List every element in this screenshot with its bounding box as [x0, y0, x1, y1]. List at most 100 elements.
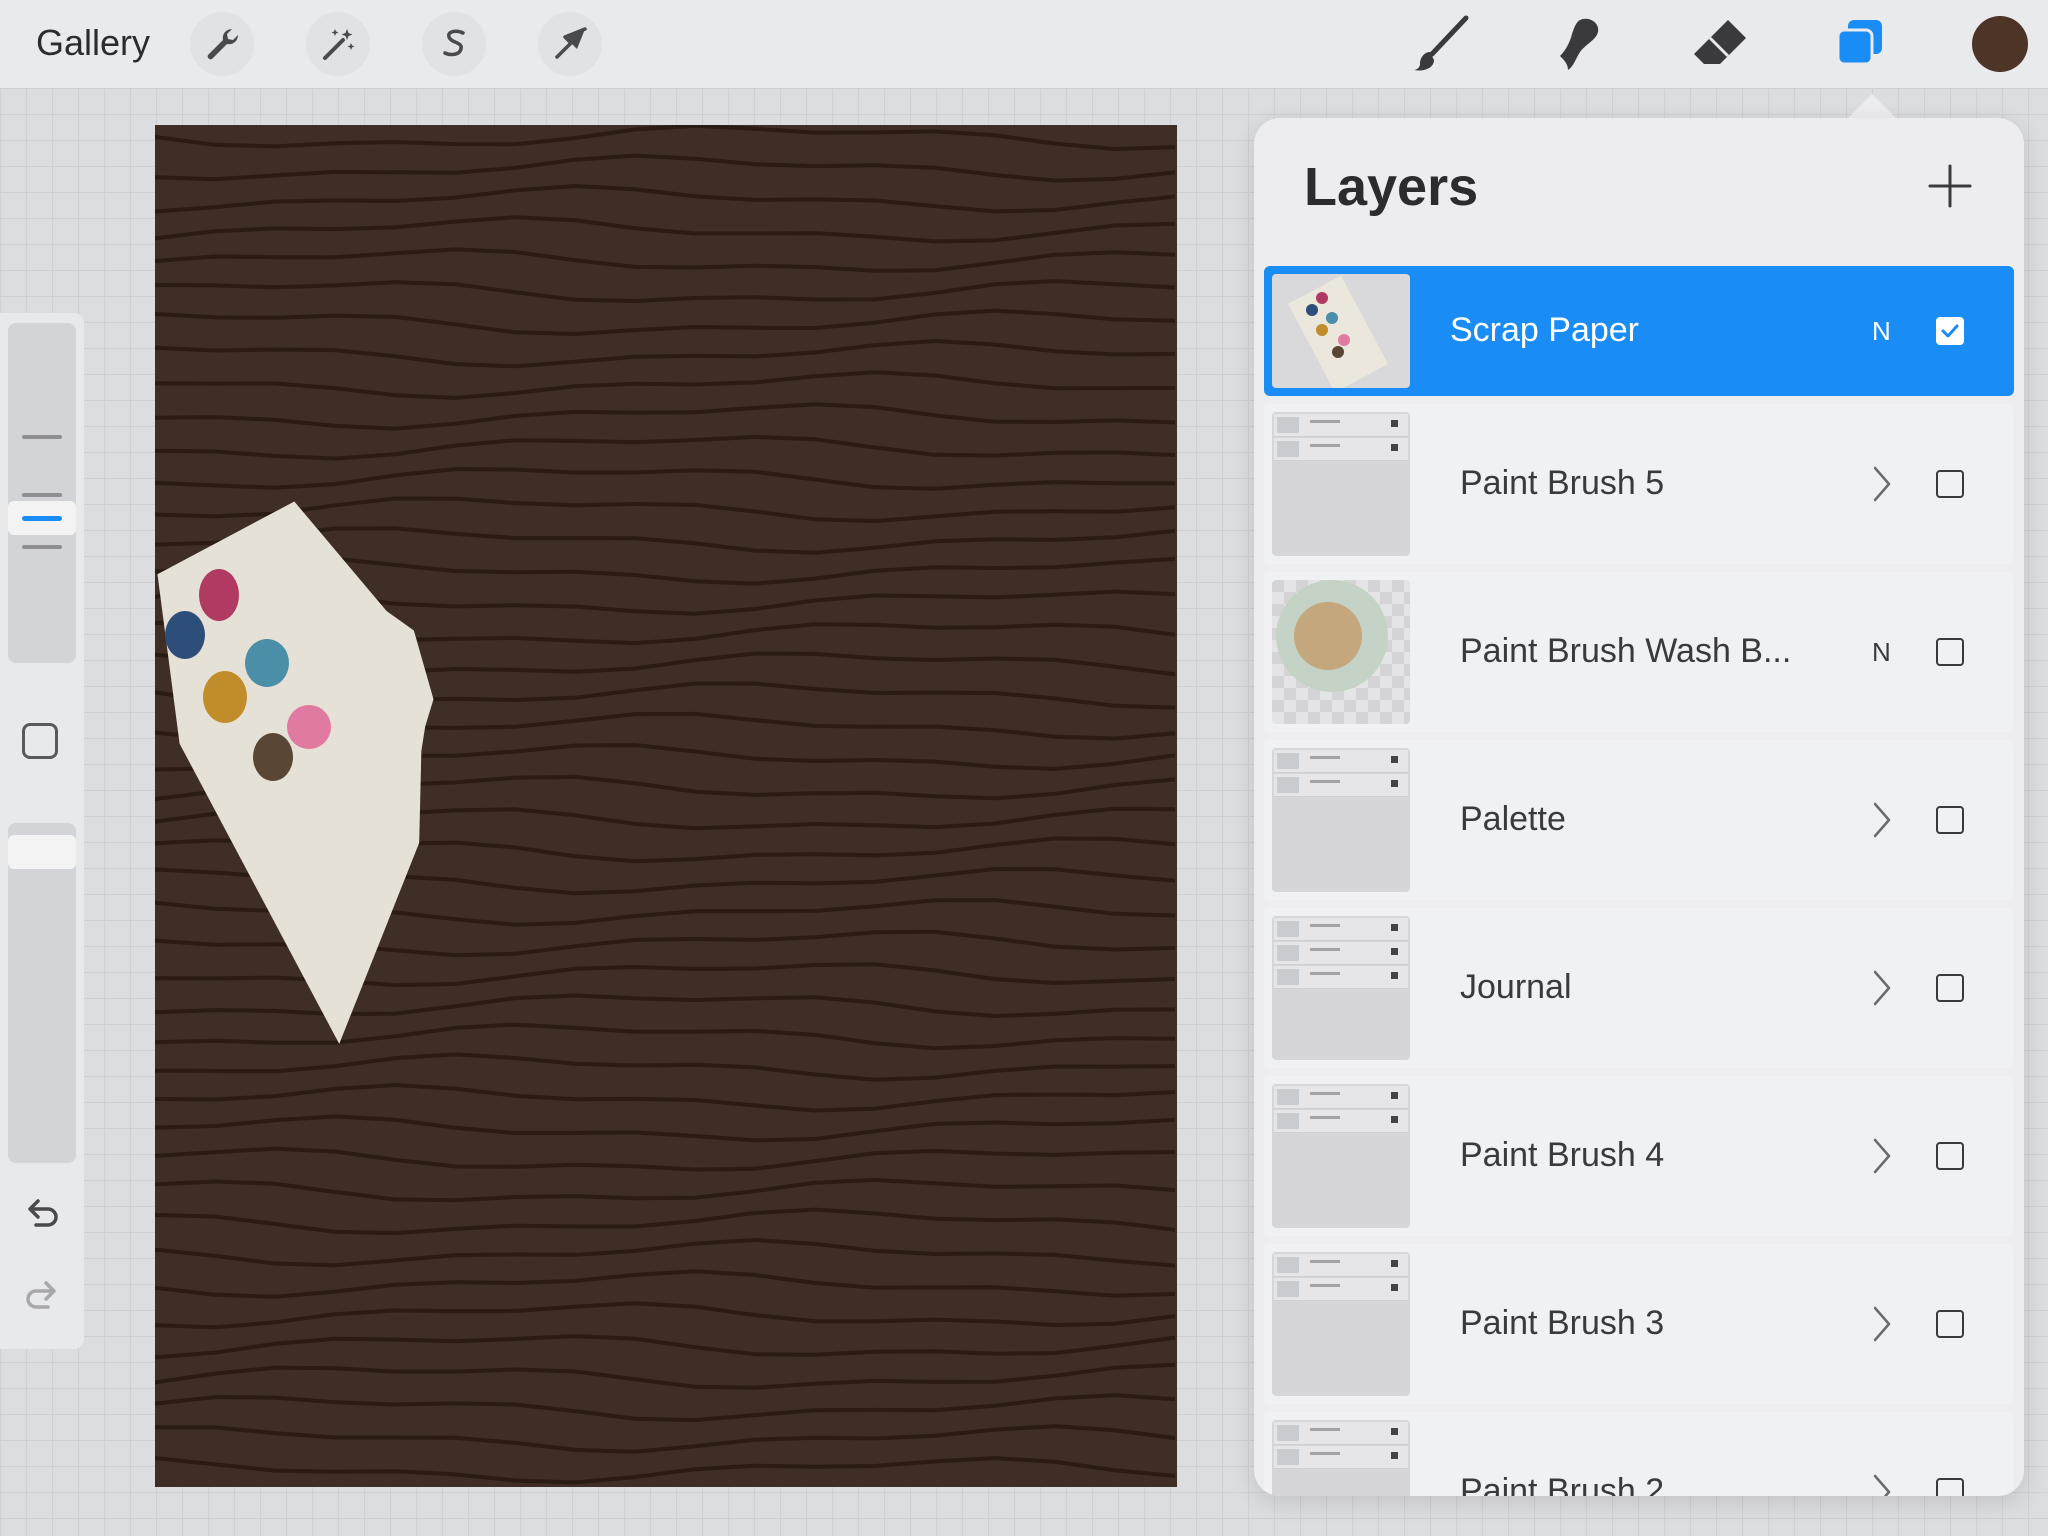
brush-opacity-slider[interactable]: [8, 823, 76, 1163]
undo-icon[interactable]: [22, 1193, 62, 1233]
visibility-checkbox[interactable]: [1936, 1478, 1964, 1496]
selection-s-icon[interactable]: [422, 12, 486, 76]
layers-icon[interactable]: [1826, 10, 1894, 78]
mini-layer-row: [1274, 414, 1408, 437]
layer-thumbnail: [1272, 1084, 1410, 1228]
mini-layer-label: [1310, 1452, 1340, 1455]
gallery-button[interactable]: Gallery: [36, 22, 150, 64]
slider-thumb-indicator: [22, 516, 62, 521]
layer-row[interactable]: Paint Brush 5: [1264, 404, 2014, 564]
mini-layer-row: [1274, 942, 1408, 965]
slider-thumb[interactable]: [8, 835, 76, 869]
layer-thumbnail: [1272, 1252, 1410, 1396]
mini-layer-checkbox: [1391, 1092, 1398, 1099]
mini-layer-row: [1274, 1110, 1408, 1133]
paint-brush-icon[interactable]: [1406, 10, 1474, 78]
slider-thumb[interactable]: [8, 501, 76, 535]
current-color-button[interactable]: [1972, 16, 2028, 72]
layer-name[interactable]: Paint Brush 4: [1460, 1136, 1664, 1175]
visibility-checkbox[interactable]: [1936, 806, 1964, 834]
smudge-icon[interactable]: [1546, 10, 1614, 78]
mini-layer-checkbox: [1391, 948, 1398, 955]
mini-layer-checkbox: [1391, 1260, 1398, 1267]
mini-layer-icon: [1277, 969, 1299, 985]
layer-row[interactable]: Palette: [1264, 740, 2014, 900]
slider-tick: [22, 545, 62, 549]
layer-name[interactable]: Journal: [1460, 968, 1572, 1007]
mini-layer-icon: [1277, 1257, 1299, 1273]
actions-wrench-icon[interactable]: [190, 12, 254, 76]
top-toolbar: Gallery: [0, 0, 2048, 88]
mini-layer-row: [1274, 1086, 1408, 1109]
visibility-checkbox[interactable]: [1936, 1142, 1964, 1170]
mini-layer-label: [1310, 756, 1340, 759]
mini-layer-row: [1274, 1278, 1408, 1301]
eraser-icon[interactable]: [1686, 10, 1754, 78]
mini-layer-row: [1274, 918, 1408, 941]
layer-thumbnail: [1272, 1420, 1410, 1496]
mini-layer-checkbox: [1391, 1284, 1398, 1291]
visibility-checkbox[interactable]: [1936, 974, 1964, 1002]
mini-layer-row: [1274, 1446, 1408, 1469]
layer-name[interactable]: Scrap Paper: [1450, 311, 1639, 350]
layer-row[interactable]: Paint Brush 2: [1264, 1412, 2014, 1496]
layer-thumbnail: [1272, 748, 1410, 892]
layer-row[interactable]: Paint Brush Wash B... N: [1264, 572, 2014, 732]
layer-row[interactable]: Scrap Paper N: [1264, 266, 2014, 396]
slider-tick: [22, 493, 62, 497]
visibility-checkbox[interactable]: [1936, 1310, 1964, 1338]
mini-layer-label: [1310, 972, 1340, 975]
layer-name[interactable]: Paint Brush 2: [1460, 1472, 1664, 1496]
blend-mode-button[interactable]: N: [1872, 316, 1891, 347]
scrap-paper-artwork: [157, 501, 434, 1044]
blend-mode-button[interactable]: N: [1872, 637, 1891, 668]
layer-row[interactable]: Journal: [1264, 908, 2014, 1068]
mini-layer-icon: [1277, 1281, 1299, 1297]
mini-layer-label: [1310, 1428, 1340, 1431]
visibility-checkbox[interactable]: [1936, 470, 1964, 498]
layer-row[interactable]: Paint Brush 4: [1264, 1076, 2014, 1236]
chevron-right-icon[interactable]: [1870, 1304, 1894, 1344]
transform-arrow-icon[interactable]: [538, 12, 602, 76]
mini-layer-checkbox: [1391, 444, 1398, 451]
modify-square-button[interactable]: [22, 723, 58, 759]
mini-layer-row: [1274, 966, 1408, 989]
mini-layer-checkbox: [1391, 780, 1398, 787]
brush-size-slider[interactable]: [8, 323, 76, 663]
layer-row[interactable]: Paint Brush 3: [1264, 1244, 2014, 1404]
layer-name[interactable]: Paint Brush 5: [1460, 464, 1664, 503]
layer-thumbnail: [1272, 274, 1410, 388]
layer-thumbnail: [1272, 412, 1410, 556]
mini-layer-label: [1310, 1092, 1340, 1095]
mini-layer-checkbox: [1391, 1428, 1398, 1435]
mini-layer-checkbox: [1391, 420, 1398, 427]
plus-icon[interactable]: [1924, 160, 1976, 212]
adjustments-wand-icon[interactable]: [306, 12, 370, 76]
layer-name[interactable]: Palette: [1460, 800, 1566, 839]
mini-layer-row: [1274, 438, 1408, 461]
mini-layer-icon: [1277, 1425, 1299, 1441]
panel-title: Layers: [1304, 157, 1479, 217]
chevron-right-icon[interactable]: [1870, 464, 1894, 504]
mini-layer-icon: [1277, 945, 1299, 961]
left-sidebar: [0, 313, 84, 1349]
layer-name[interactable]: Paint Brush 3: [1460, 1304, 1664, 1343]
drawing-canvas[interactable]: [155, 125, 1177, 1487]
layer-thumbnail: [1272, 916, 1410, 1060]
chevron-right-icon[interactable]: [1870, 800, 1894, 840]
mini-layer-checkbox: [1391, 1452, 1398, 1459]
chevron-right-icon[interactable]: [1870, 1472, 1894, 1496]
chevron-right-icon[interactable]: [1870, 1136, 1894, 1176]
chevron-right-icon[interactable]: [1870, 968, 1894, 1008]
mini-layer-row: [1274, 774, 1408, 797]
visibility-checkbox[interactable]: [1936, 638, 1964, 666]
layer-thumbnail: [1272, 580, 1410, 724]
redo-icon[interactable]: [22, 1275, 62, 1315]
mini-layer-label: [1310, 420, 1340, 423]
mini-layer-label: [1310, 780, 1340, 783]
mini-layer-checkbox: [1391, 924, 1398, 931]
layer-name[interactable]: Paint Brush Wash B...: [1460, 632, 1791, 671]
mini-layer-icon: [1277, 753, 1299, 769]
visibility-checkbox[interactable]: [1936, 317, 1964, 345]
mini-layer-checkbox: [1391, 1116, 1398, 1123]
